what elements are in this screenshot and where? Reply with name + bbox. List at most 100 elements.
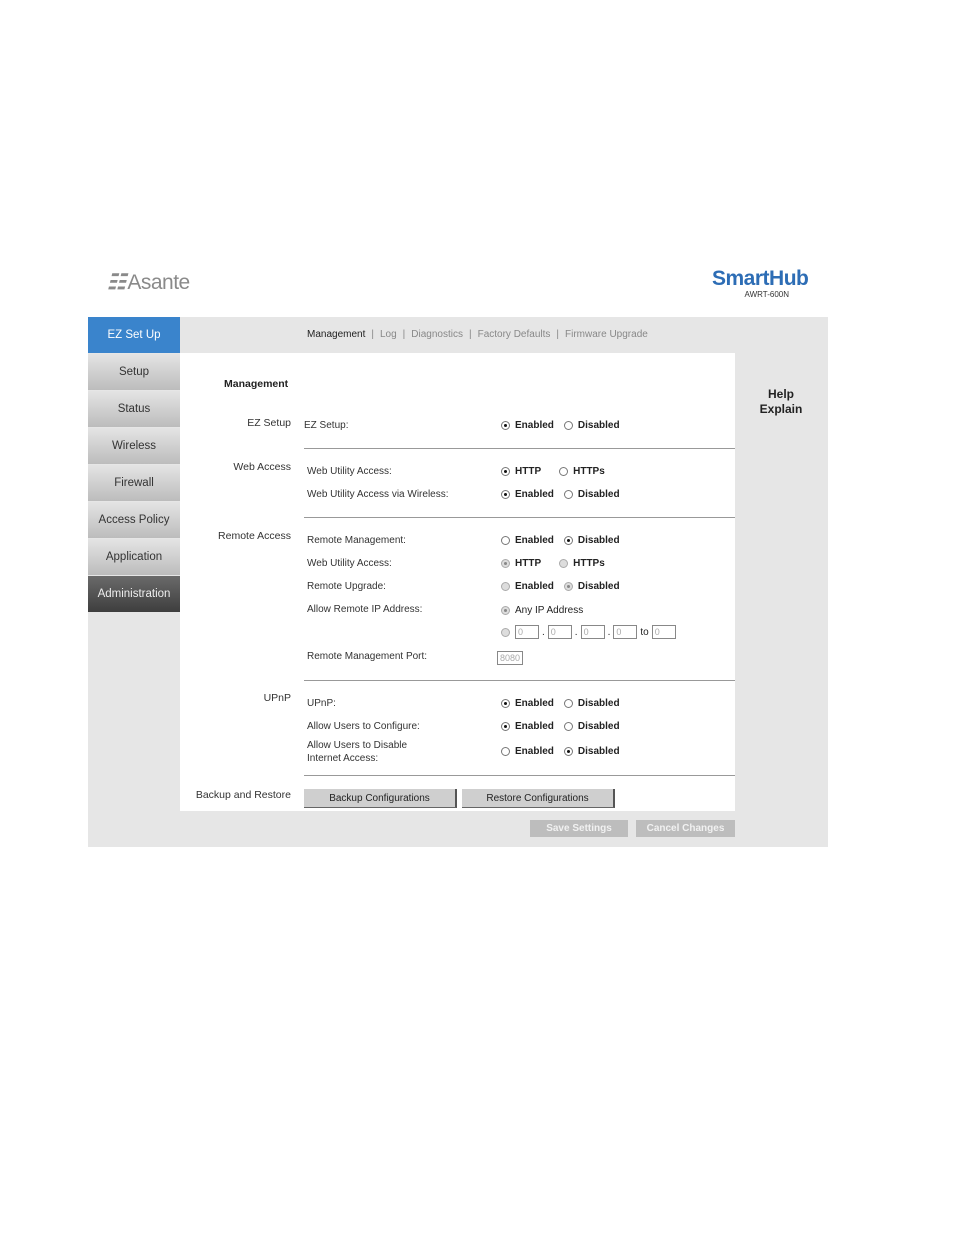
group-web-access: Web Access [233,461,291,473]
to-label: to [640,626,649,638]
remote-web-access-label: Web Utility Access: [307,558,392,569]
allow-configure-disabled-radio[interactable] [563,722,573,731]
ip-octet-1-input[interactable]: 0 [515,625,539,639]
web-access-http-radio[interactable] [501,467,510,476]
remote-upgrade-label: Remote Upgrade: [307,581,386,592]
help-link[interactable]: Help [752,387,810,402]
ip-octet-2-input[interactable]: 0 [547,625,572,639]
divider [304,775,735,776]
brand-name: Asante [127,271,190,294]
save-settings-button[interactable]: Save Settings [530,820,628,837]
sidebar-item-setup[interactable]: Setup [88,354,180,390]
restore-configurations-button[interactable]: Restore Configurations [462,789,615,808]
divider [304,680,735,681]
smarthub-logo: SmartHub AWRT-600N [712,267,809,300]
group-upnp: UPnP [263,692,291,704]
sidebar-item-firewall[interactable]: Firewall [88,465,180,501]
allow-configure-radio-group: Enabled Disabled [501,721,620,732]
sidebar-item-administration[interactable]: Administration [88,576,180,612]
option-label: Enabled [515,721,554,732]
web-utility-access-radio-group: HTTP HTTPs [501,466,605,477]
option-label: Enabled [515,581,554,592]
remote-web-access-radio-group: HTTP HTTPs [501,558,605,569]
web-utility-access-label: Web Utility Access: [307,466,392,477]
allow-disable-enabled-radio[interactable] [501,747,510,756]
option-label: Enabled [515,489,554,500]
subnav-log[interactable]: Log [380,329,397,340]
remote-management-disabled-radio[interactable] [563,536,573,545]
subnav-management[interactable]: Management [307,329,365,340]
sidebar-item-application[interactable]: Application [88,539,180,575]
backup-configurations-button[interactable]: Backup Configurations [304,789,457,808]
remote-management-radio-group: Enabled Disabled [501,535,620,546]
section-title: Management [224,378,289,390]
sidebar-item-status[interactable]: Status [88,391,180,427]
sidebar-item-ez-setup[interactable]: EZ Set Up [88,317,180,353]
wireless-access-enabled-radio[interactable] [501,490,510,499]
allow-disable-disabled-radio[interactable] [563,747,573,756]
option-label: Disabled [577,489,620,500]
subnav-factory-defaults[interactable]: Factory Defaults [478,329,551,340]
group-backup-restore: Backup and Restore [195,789,291,801]
web-access-https-radio[interactable] [559,467,569,476]
ip-octet-3-input[interactable]: 0 [580,625,605,639]
option-label: HTTP [515,558,542,569]
ip-range-radio[interactable] [501,627,510,637]
allow-configure-label: Allow Users to Configure: [307,721,420,732]
option-label: Enabled [515,746,554,757]
option-label: Disabled [577,698,620,709]
upnp-disabled-radio[interactable] [563,699,573,708]
sidebar-item-wireless[interactable]: Wireless [88,428,180,464]
group-remote-access: Remote Access [218,530,291,542]
option-label: HTTPs [573,558,605,569]
product-name: SmartHub [712,267,809,290]
option-label: Enabled [515,420,554,431]
subnav: Management | Log | Diagnostics | Factory Defau… [307,329,648,340]
sidebar-item-access-policy[interactable]: Access Policy [88,502,180,538]
wireless-access-disabled-radio[interactable] [563,490,573,499]
upnp-enabled-radio[interactable] [501,699,510,708]
remote-https-radio[interactable] [559,559,569,568]
ez-setup-disabled-radio[interactable] [563,421,573,430]
web-access-wireless-radio-group: Enabled Disabled [501,489,620,500]
remote-management-label: Remote Management: [307,535,406,546]
remote-management-enabled-radio[interactable] [501,536,510,545]
remote-port-label: Remote Management Port: [307,651,428,662]
any-ip-radio[interactable] [501,606,510,615]
ip-octet-4-input[interactable]: 0 [613,625,638,639]
ip-to-input[interactable]: 0 [651,625,676,639]
upnp-radio-group: Enabled Disabled [501,698,620,709]
divider [304,517,735,518]
remote-upgrade-disabled-radio[interactable] [563,582,573,591]
remote-upgrade-radio-group: Enabled Disabled [501,581,620,592]
subnav-firmware-upgrade[interactable]: Firmware Upgrade [565,329,648,340]
option-label: Disabled [577,721,620,732]
ez-setup-enabled-radio[interactable] [501,421,510,430]
allow-configure-enabled-radio[interactable] [501,722,510,731]
sidebar: EZ Set Up Setup Status Wireless Firewall… [88,317,180,613]
explain-link[interactable]: Explain [752,402,810,417]
label-line: Internet Access: [307,753,379,764]
upnp-label: UPnP: [307,698,336,709]
allow-disable-internet-label: Allow Users to Disable Internet Access: [307,739,407,765]
cancel-changes-button[interactable]: Cancel Changes [636,820,735,837]
divider [304,448,735,449]
option-label: Disabled [577,581,620,592]
web-access-wireless-label: Web Utility Access via Wireless: [307,489,449,500]
option-label: Disabled [577,746,620,757]
model-name: AWRT-600N [744,290,789,299]
allow-remote-ip-label: Allow Remote IP Address: [307,604,423,615]
any-ip-option: Any IP Address [501,605,583,616]
remote-port-input[interactable]: 8080 [497,651,523,665]
ip-range-option: 0. 0. 0. 0 to 0 [501,625,676,639]
option-label: Enabled [515,698,554,709]
subnav-diagnostics[interactable]: Diagnostics [411,329,463,340]
remote-upgrade-enabled-radio[interactable] [501,582,510,591]
option-label: Enabled [515,535,554,546]
asante-logo-icon: ☷ [107,271,126,294]
remote-http-radio[interactable] [501,559,510,568]
option-label: HTTP [515,466,542,477]
ez-setup-label: EZ Setup: [304,420,349,431]
asante-logo: ☷Asante [107,270,190,295]
option-label: Any IP Address [515,605,584,616]
